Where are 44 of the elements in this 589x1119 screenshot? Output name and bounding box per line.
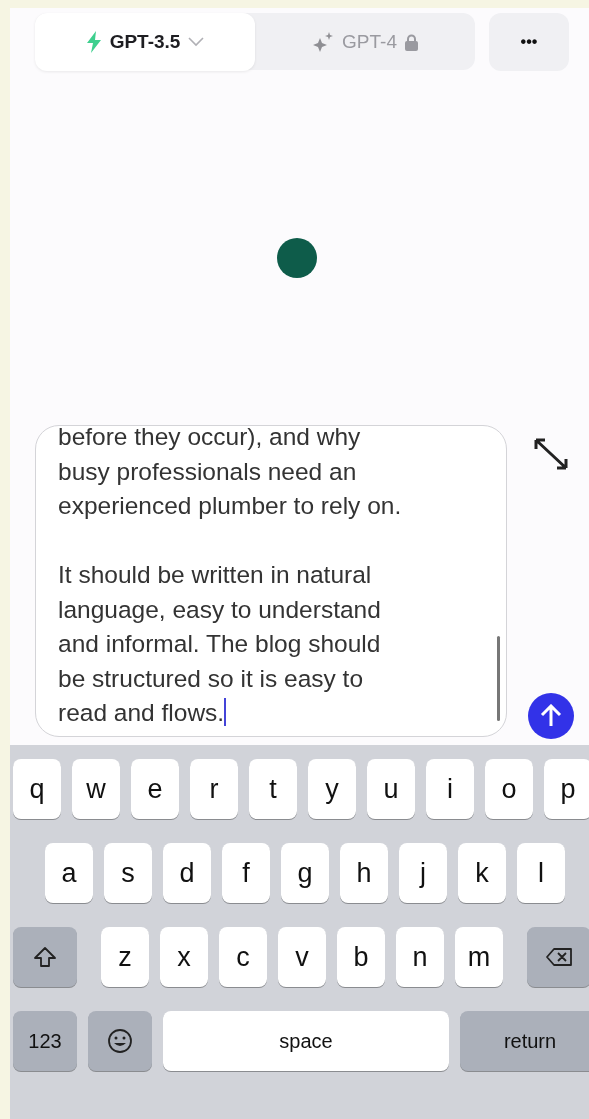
emoji-key[interactable] xyxy=(88,1011,152,1071)
letter-key[interactable]: k xyxy=(458,843,506,903)
letter-key[interactable]: u xyxy=(367,759,415,819)
letter-key[interactable]: i xyxy=(426,759,474,819)
backspace-key[interactable] xyxy=(527,927,589,987)
letter-key[interactable]: g xyxy=(281,843,329,903)
letter-key[interactable]: a xyxy=(45,843,93,903)
letter-key[interactable]: n xyxy=(396,927,444,987)
more-button[interactable]: ••• xyxy=(489,13,569,71)
letter-key[interactable]: m xyxy=(455,927,503,987)
lightning-icon xyxy=(85,31,102,53)
letter-key[interactable]: e xyxy=(131,759,179,819)
letter-key[interactable]: j xyxy=(399,843,447,903)
shift-arrow-icon xyxy=(33,946,57,968)
letter-key[interactable]: v xyxy=(278,927,326,987)
message-input-field[interactable]: before they occur), and why busy professionals need an experienced plumber to rely on. It should be written in natural language, easy to understand and informal. The blog should be structured so it is easy to read and flows. xyxy=(35,425,507,737)
loading-dot xyxy=(277,238,317,278)
letter-key[interactable]: p xyxy=(544,759,589,819)
sparkle-icon xyxy=(312,32,335,52)
model-tab[interactable]: GPT-3.5 xyxy=(35,13,255,71)
letter-key[interactable]: r xyxy=(190,759,238,819)
letter-key[interactable]: z xyxy=(101,927,149,987)
letter-key[interactable]: y xyxy=(308,759,356,819)
letter-key[interactable]: w xyxy=(72,759,120,819)
space-key[interactable]: space xyxy=(163,1011,449,1071)
shift-key[interactable] xyxy=(13,927,77,987)
letter-key[interactable]: t xyxy=(249,759,297,819)
smiley-icon xyxy=(107,1028,133,1054)
backspace-icon xyxy=(545,947,573,967)
return-key[interactable]: return xyxy=(460,1011,589,1071)
arrow-up-icon xyxy=(540,704,562,728)
expand-icon[interactable] xyxy=(533,437,569,471)
letter-key[interactable]: h xyxy=(340,843,388,903)
letter-key[interactable]: b xyxy=(337,927,385,987)
letter-key[interactable]: o xyxy=(485,759,533,819)
send-button[interactable] xyxy=(528,693,574,739)
letter-key[interactable]: s xyxy=(104,843,152,903)
numbers-key[interactable]: 123 xyxy=(13,1011,77,1071)
letter-key[interactable]: x xyxy=(160,927,208,987)
letter-key[interactable]: c xyxy=(219,927,267,987)
letter-key[interactable]: q xyxy=(13,759,61,819)
letter-key[interactable]: f xyxy=(222,843,270,903)
letter-key[interactable]: d xyxy=(163,843,211,903)
letter-key[interactable]: l xyxy=(517,843,565,903)
